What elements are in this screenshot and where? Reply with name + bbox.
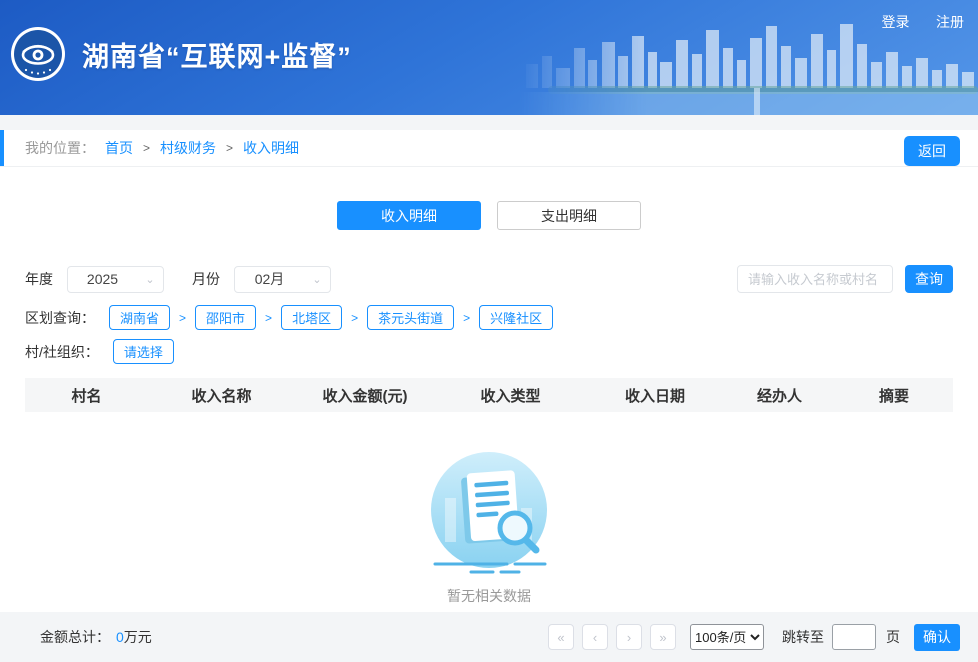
brand: 湖南省“互联网+监督” xyxy=(10,26,352,82)
next-page-button[interactable]: › xyxy=(616,624,642,650)
column-header-summary: 摘要 xyxy=(878,387,909,405)
jump-to-label: 跳转至 xyxy=(782,629,824,645)
pagination: « ‹ › » 100条/页 跳转至 页 确认 xyxy=(548,623,960,651)
breadcrumb-label: 我的位置： xyxy=(25,140,95,156)
register-link[interactable]: 注册 xyxy=(936,14,964,30)
detail-tabs: 收入明细 支出明细 xyxy=(25,201,953,230)
cityscape-image xyxy=(518,24,978,115)
district-chip-district[interactable]: 北塔区 xyxy=(281,305,343,330)
breadcrumb-accent xyxy=(0,130,4,166)
query-button[interactable]: 查询 xyxy=(905,265,953,293)
table-header-row: 村名 收入名称 收入金额(元) 收入类型 收入日期 经办人 摘要 xyxy=(25,378,953,412)
amount-total: 金额总计： 0万元 xyxy=(40,627,152,647)
month-label: 月份 xyxy=(192,271,220,287)
breadcrumb-link-income-detail[interactable]: 收入明细 xyxy=(243,138,299,158)
site-logo-eye-icon xyxy=(11,27,65,81)
breadcrumb-separator: > xyxy=(143,141,151,155)
district-label: 区划查询： xyxy=(25,309,95,326)
column-header-income-amount: 收入金额(元) xyxy=(322,387,408,405)
tab-income-detail[interactable]: 收入明细 xyxy=(337,201,481,230)
column-header-income-name: 收入名称 xyxy=(191,387,252,405)
district-separator: > xyxy=(179,310,187,325)
login-link[interactable]: 登录 xyxy=(882,14,910,30)
search-input[interactable] xyxy=(737,265,893,293)
empty-state: 暂无相关数据 xyxy=(25,450,953,606)
amount-total-value: 0 xyxy=(116,629,124,645)
amount-total-label: 金额总计： xyxy=(40,629,110,645)
page-unit-label: 页 xyxy=(886,629,900,645)
district-separator: > xyxy=(265,310,273,325)
confirm-button[interactable]: 确认 xyxy=(914,623,960,651)
jump-page-input[interactable] xyxy=(832,624,876,650)
first-page-button[interactable]: « xyxy=(548,624,574,650)
chevron-down-icon: ⌄ xyxy=(312,273,322,286)
column-header-handler: 经办人 xyxy=(756,387,802,405)
district-chip-community[interactable]: 兴隆社区 xyxy=(479,305,554,330)
main-content: 收入明细 支出明细 年度 2025 ⌄ 月份 02月 ⌄ 查询 区划查询： 湖南… xyxy=(0,167,978,612)
footer-bar: 金额总计： 0万元 « ‹ › » 100条/页 跳转至 页 确认 xyxy=(0,612,978,662)
column-header-income-date: 收入日期 xyxy=(624,387,685,405)
site-title: 湖南省“互联网+监督” xyxy=(82,41,352,72)
page: 湖南省“互联网+监督” 登录 注册 我的位置： 首页 > 村级财务 > 收入明细… xyxy=(0,0,978,662)
breadcrumb-bar: 我的位置： 首页 > 村级财务 > 收入明细 返回 xyxy=(0,130,978,167)
back-button[interactable]: 返回 xyxy=(904,136,960,166)
month-select[interactable]: 02月 ⌄ xyxy=(234,265,331,293)
district-chip-street[interactable]: 茶元头街道 xyxy=(367,305,455,330)
district-filter-row: 区划查询： 湖南省 > 邵阳市 > 北塔区 > 茶元头街道 > 兴隆社区 xyxy=(25,305,953,330)
year-label: 年度 xyxy=(25,271,53,287)
last-page-button[interactable]: » xyxy=(650,624,676,650)
empty-state-text: 暂无相关数据 xyxy=(447,588,531,604)
column-header-village: 村名 xyxy=(71,387,102,405)
column-header-income-type: 收入类型 xyxy=(480,387,541,405)
filter-row: 年度 2025 ⌄ 月份 02月 ⌄ 查询 xyxy=(25,265,953,293)
prev-page-button[interactable]: ‹ xyxy=(582,624,608,650)
breadcrumb-link-village-finance[interactable]: 村级财务 xyxy=(160,138,216,158)
page-size-select[interactable]: 100条/页 xyxy=(690,624,764,650)
tab-expense-detail[interactable]: 支出明细 xyxy=(497,201,641,230)
breadcrumb: 我的位置： 首页 > 村级财务 > 收入明细 xyxy=(25,138,299,158)
no-data-icon xyxy=(431,452,547,574)
village-org-select[interactable]: 请选择 xyxy=(112,339,174,364)
district-chip-city[interactable]: 邵阳市 xyxy=(195,305,257,330)
district-chip-province[interactable]: 湖南省 xyxy=(109,305,171,330)
breadcrumb-separator: > xyxy=(226,141,234,155)
year-select[interactable]: 2025 ⌄ xyxy=(67,265,164,293)
district-separator: > xyxy=(351,310,359,325)
chevron-down-icon: ⌄ xyxy=(145,273,155,286)
header: 湖南省“互联网+监督” 登录 注册 xyxy=(0,0,978,115)
village-org-row: 村/社组织： 请选择 xyxy=(25,339,953,364)
district-separator: > xyxy=(463,310,471,325)
breadcrumb-link-home[interactable]: 首页 xyxy=(105,138,133,158)
amount-total-unit: 万元 xyxy=(123,629,152,645)
village-org-label: 村/社组织： xyxy=(25,343,99,360)
